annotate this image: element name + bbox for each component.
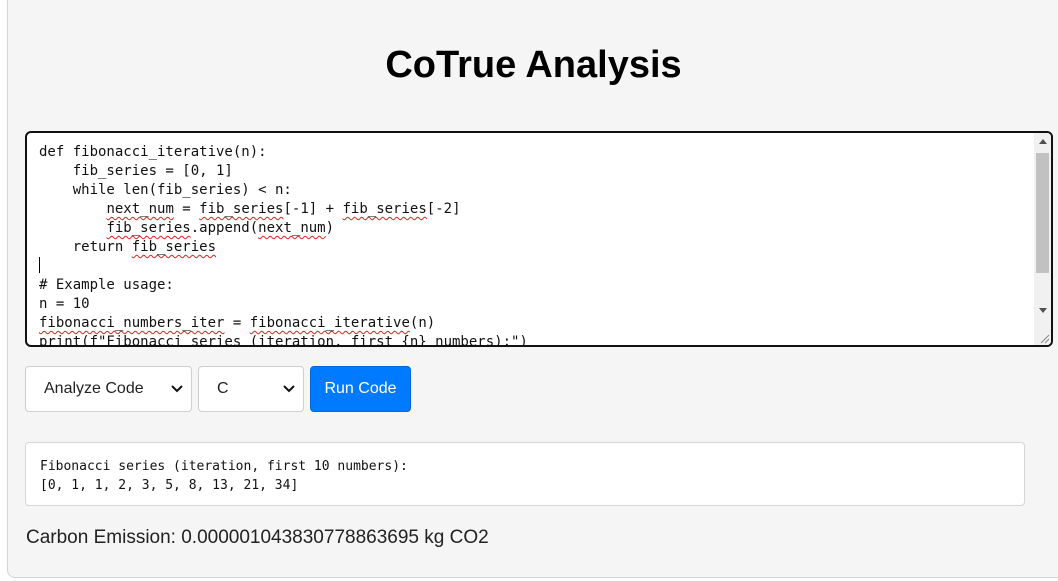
code-line-1: def fibonacci_iterative(n): — [39, 144, 267, 160]
code-line-4: next_num = fib_series[-1] + fib_series[-… — [39, 201, 461, 217]
chevron-down-icon — [283, 385, 295, 393]
code-line-11: print(f"Fibonacci series (iteration, fir… — [39, 334, 528, 347]
output-line-2: [0, 1, 1, 2, 3, 5, 8, 13, 21, 34] — [40, 478, 299, 493]
output-line-1: Fibonacci series (iteration, first 10 nu… — [40, 459, 408, 474]
code-line-4-indent — [39, 201, 106, 217]
scroll-thumb[interactable] — [1036, 153, 1049, 273]
spellcheck-word-fib-series-a: fib_series — [199, 201, 284, 217]
code-line-8: # Example usage: — [39, 277, 174, 293]
resize-grip-icon[interactable] — [1038, 332, 1050, 344]
chevron-down-icon — [171, 385, 183, 393]
spellcheck-word-fibonacci-iterative: fibonacci_iterative — [249, 315, 410, 331]
editor-scrollbar[interactable] — [1034, 133, 1051, 345]
mode-select-value: Analyze Code — [44, 380, 144, 397]
spellcheck-word-fib-series-b: fib_series — [342, 201, 427, 217]
carbon-emission-text: Carbon Emission: 0.000001043830778863695… — [26, 527, 489, 548]
code-line-4-end: [-2] — [426, 201, 461, 217]
code-line-4-mid2: [-1] + — [283, 201, 343, 217]
code-line-6-start: return — [39, 239, 132, 255]
code-line-4-mid: = — [173, 201, 200, 217]
code-line-10-end: (n) — [409, 315, 436, 331]
code-line-5-mid: .append( — [190, 220, 259, 236]
code-editor[interactable]: def fibonacci_iterative(n): fib_series =… — [25, 131, 1053, 347]
code-line-5: fib_series.append(next_num) — [39, 220, 334, 236]
text-caret — [39, 257, 40, 273]
code-line-9: n = 10 — [39, 296, 90, 312]
code-line-10: fibonacci_numbers_iter = fibonacci_itera… — [39, 315, 435, 331]
spellcheck-word-fibonacci-numbers-iter: fibonacci_numbers_iter — [39, 315, 225, 331]
output-panel: Fibonacci series (iteration, first 10 nu… — [25, 442, 1025, 506]
run-code-button[interactable]: Run Code — [310, 366, 411, 412]
spellcheck-word-next-num-b: next_num — [258, 220, 326, 236]
code-line-2: fib_series = [0, 1] — [39, 163, 233, 179]
spellcheck-word-fib-series-c: fib_series — [106, 220, 191, 236]
language-select[interactable]: C — [198, 366, 304, 412]
scroll-up-arrow-glyph — [1038, 139, 1047, 144]
code-line-5-indent — [39, 220, 106, 236]
code-line-5-end: ) — [325, 220, 335, 236]
code-line-3: while len(fib_series) < n: — [39, 182, 292, 198]
spellcheck-word-fib-series-d: fib_series — [131, 239, 217, 255]
scroll-down-arrow-icon[interactable] — [1034, 303, 1051, 320]
code-line-1-text: def fibonacci_iterative(n): — [39, 144, 267, 160]
language-select-value: C — [217, 380, 229, 397]
mode-select[interactable]: Analyze Code — [25, 366, 192, 412]
scroll-down-arrow-glyph — [1038, 308, 1047, 313]
spellcheck-word-next-num: next_num — [106, 201, 174, 217]
code-line-6: return fib_series — [39, 239, 216, 255]
code-text[interactable]: def fibonacci_iterative(n): fib_series =… — [39, 143, 528, 347]
code-line-10-mid: = — [224, 315, 250, 331]
scroll-up-arrow-icon[interactable] — [1034, 133, 1051, 150]
output-text: Fibonacci series (iteration, first 10 nu… — [40, 457, 408, 495]
page-title: CoTrue Analysis — [385, 44, 682, 86]
